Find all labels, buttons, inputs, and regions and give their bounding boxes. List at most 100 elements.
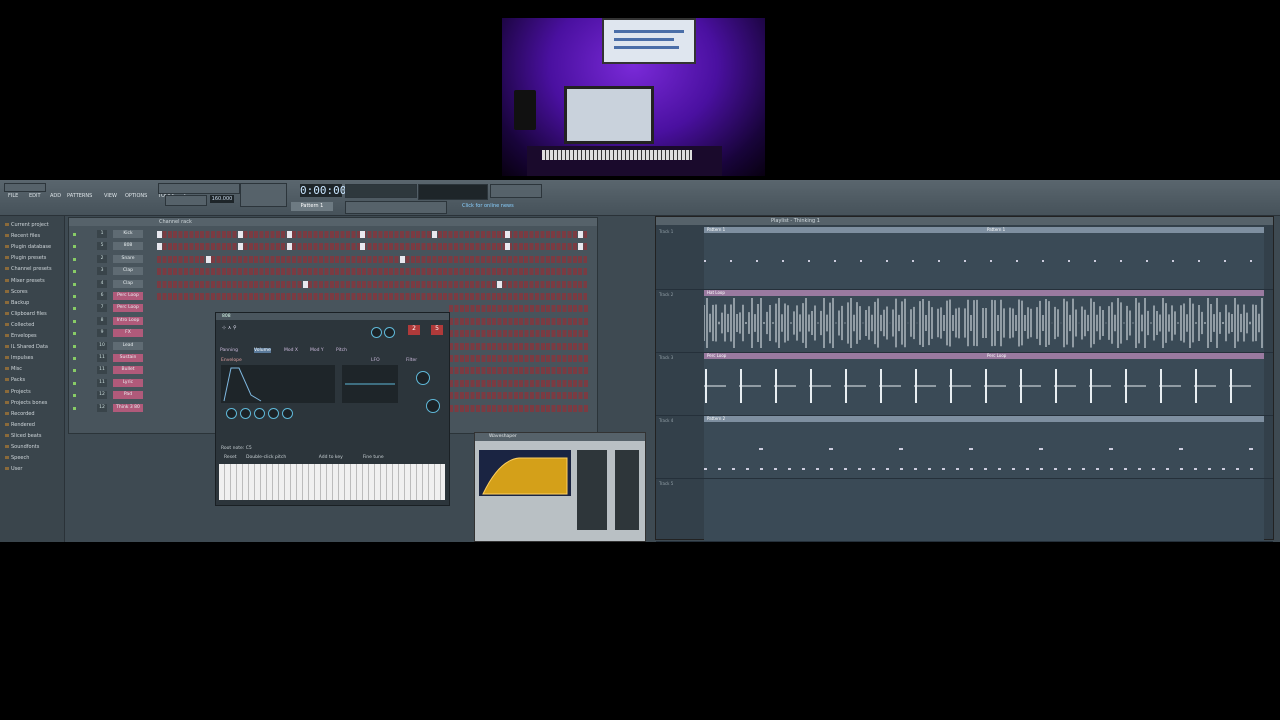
step-sequencer[interactable] xyxy=(157,268,587,276)
step-on[interactable] xyxy=(302,280,308,288)
channel-mixer-number[interactable]: 2 xyxy=(97,254,107,263)
channel-led-icon[interactable] xyxy=(73,307,76,311)
channel-led-icon[interactable] xyxy=(73,282,76,286)
browser-item[interactable]: Envelopes xyxy=(5,333,37,339)
browser-item[interactable]: Channel presets xyxy=(5,266,52,272)
channel-mixer-number[interactable]: 6 xyxy=(97,292,107,300)
channel-name-button[interactable]: Perc Loop xyxy=(113,304,143,313)
clip-header[interactable]: Hat Loop xyxy=(704,290,1264,296)
envelope-graph[interactable] xyxy=(221,365,335,403)
step-on[interactable] xyxy=(432,231,438,238)
channel-led-icon[interactable] xyxy=(73,406,76,410)
volume-knob[interactable] xyxy=(371,327,382,338)
step-on[interactable] xyxy=(578,243,584,251)
channel-led-icon[interactable] xyxy=(73,381,76,385)
step-on[interactable] xyxy=(157,243,162,251)
channel-mixer-number[interactable]: 10 xyxy=(97,341,107,350)
filter-cutoff-knob[interactable] xyxy=(416,371,430,385)
step-on[interactable] xyxy=(497,280,503,288)
step-sequencer[interactable] xyxy=(157,255,587,263)
clip-header[interactable]: Pattern 1 xyxy=(704,227,984,233)
channel-name-button[interactable]: Snare xyxy=(113,254,143,263)
browser-item[interactable]: Recorded xyxy=(5,411,35,417)
channel-name-button[interactable]: Lyric xyxy=(113,378,143,387)
play-controls[interactable] xyxy=(165,195,207,206)
waveshaper-display[interactable] xyxy=(479,450,571,496)
channel-mixer-number[interactable]: 11 xyxy=(97,378,107,387)
step-on[interactable] xyxy=(505,231,511,238)
clip-header[interactable]: Pattern 2 xyxy=(704,416,1264,422)
channel-name-button[interactable]: 808 xyxy=(113,242,143,251)
step-sequencer[interactable] xyxy=(157,293,587,300)
browser-item[interactable]: Recent files xyxy=(5,233,40,239)
step-sequencer[interactable] xyxy=(157,243,587,251)
step-on[interactable] xyxy=(505,243,511,251)
menu-file[interactable]: FILE xyxy=(8,193,18,199)
channel-led-icon[interactable] xyxy=(73,344,76,348)
step-on[interactable] xyxy=(286,231,292,238)
channel-name-button[interactable]: Pad xyxy=(113,391,143,400)
channel-led-icon[interactable] xyxy=(73,332,76,336)
channel-mixer-number[interactable]: 5 xyxy=(97,242,107,251)
step-sequencer[interactable] xyxy=(449,305,589,313)
filter-res-knob[interactable] xyxy=(426,399,440,413)
synth-option[interactable]: Double-click pitch xyxy=(246,455,286,460)
browser-item[interactable]: IL Shared Data xyxy=(5,344,48,350)
browser-item[interactable]: Impulses xyxy=(5,355,33,361)
browser-item[interactable]: Misc xyxy=(5,366,22,372)
menu-edit[interactable]: EDIT xyxy=(29,193,41,199)
step-sequencer[interactable] xyxy=(157,231,587,238)
transport-buttons[interactable] xyxy=(158,183,240,194)
track-label[interactable]: Track 4 xyxy=(659,418,673,423)
track-lane[interactable]: Perc Loop Perc Loop xyxy=(704,353,1264,415)
track-label[interactable]: Track 5 xyxy=(659,481,673,486)
master-volume[interactable] xyxy=(345,184,417,198)
piano-keyboard[interactable] xyxy=(219,464,445,500)
attack-knob[interactable] xyxy=(226,408,237,419)
step-sequencer[interactable] xyxy=(449,367,589,375)
track-lane[interactable]: Pattern 2 xyxy=(704,416,1264,478)
tool-buttons[interactable] xyxy=(240,183,287,207)
menu-view[interactable]: VIEW xyxy=(104,193,117,199)
channel-led-icon[interactable] xyxy=(73,233,76,236)
channel-led-icon[interactable] xyxy=(73,394,76,398)
decay-knob[interactable] xyxy=(254,408,265,419)
browser-item[interactable]: Soundfonts xyxy=(5,444,39,450)
release-knob[interactable] xyxy=(282,408,293,419)
browser-item[interactable]: Mixer presets xyxy=(5,278,45,284)
channel-mixer-number[interactable]: 4 xyxy=(97,279,107,288)
channel-led-icon[interactable] xyxy=(73,357,76,360)
synth-option[interactable]: Add to key xyxy=(319,455,343,460)
browser-item[interactable]: Backup xyxy=(5,300,29,306)
tempo-display[interactable]: 160.000 xyxy=(210,195,234,203)
channel-led-icon[interactable] xyxy=(73,257,76,261)
channel-name-button[interactable]: Clap xyxy=(113,279,143,288)
channel-name-button[interactable]: Lead xyxy=(113,341,143,350)
mixer-buttons[interactable] xyxy=(490,184,542,198)
channel-mixer-number[interactable]: 7 xyxy=(97,304,107,313)
step-sequencer[interactable] xyxy=(449,404,589,412)
step-sequencer[interactable] xyxy=(449,355,589,362)
step-on[interactable] xyxy=(400,255,405,263)
step-sequencer[interactable] xyxy=(449,342,589,350)
step-on[interactable] xyxy=(157,231,162,238)
step-sequencer[interactable] xyxy=(157,280,587,288)
window-controls[interactable] xyxy=(4,183,46,192)
step-on[interactable] xyxy=(578,231,584,238)
time-display[interactable]: 0:00:00 xyxy=(300,184,346,197)
browser-item[interactable]: Current project xyxy=(5,222,49,228)
tab-pitch[interactable]: Pitch xyxy=(336,348,347,353)
clip-header[interactable]: Perc Loop xyxy=(704,353,984,359)
browser-item[interactable]: Packs xyxy=(5,377,25,383)
lfo-graph[interactable] xyxy=(342,365,398,403)
browser-item[interactable]: Collected xyxy=(5,322,34,328)
channel-led-icon[interactable] xyxy=(73,369,76,373)
step-on[interactable] xyxy=(238,243,243,251)
step-on[interactable] xyxy=(238,231,243,238)
channel-mixer-number[interactable]: 12 xyxy=(97,391,107,400)
channel-name-button[interactable]: Bullet xyxy=(113,366,143,375)
step-on[interactable] xyxy=(359,231,365,238)
track-lane[interactable]: Hat Loop xyxy=(704,290,1264,352)
clip-header[interactable]: Pattern 1 xyxy=(984,227,1264,233)
browser-item[interactable]: Clipboard files xyxy=(5,311,47,317)
